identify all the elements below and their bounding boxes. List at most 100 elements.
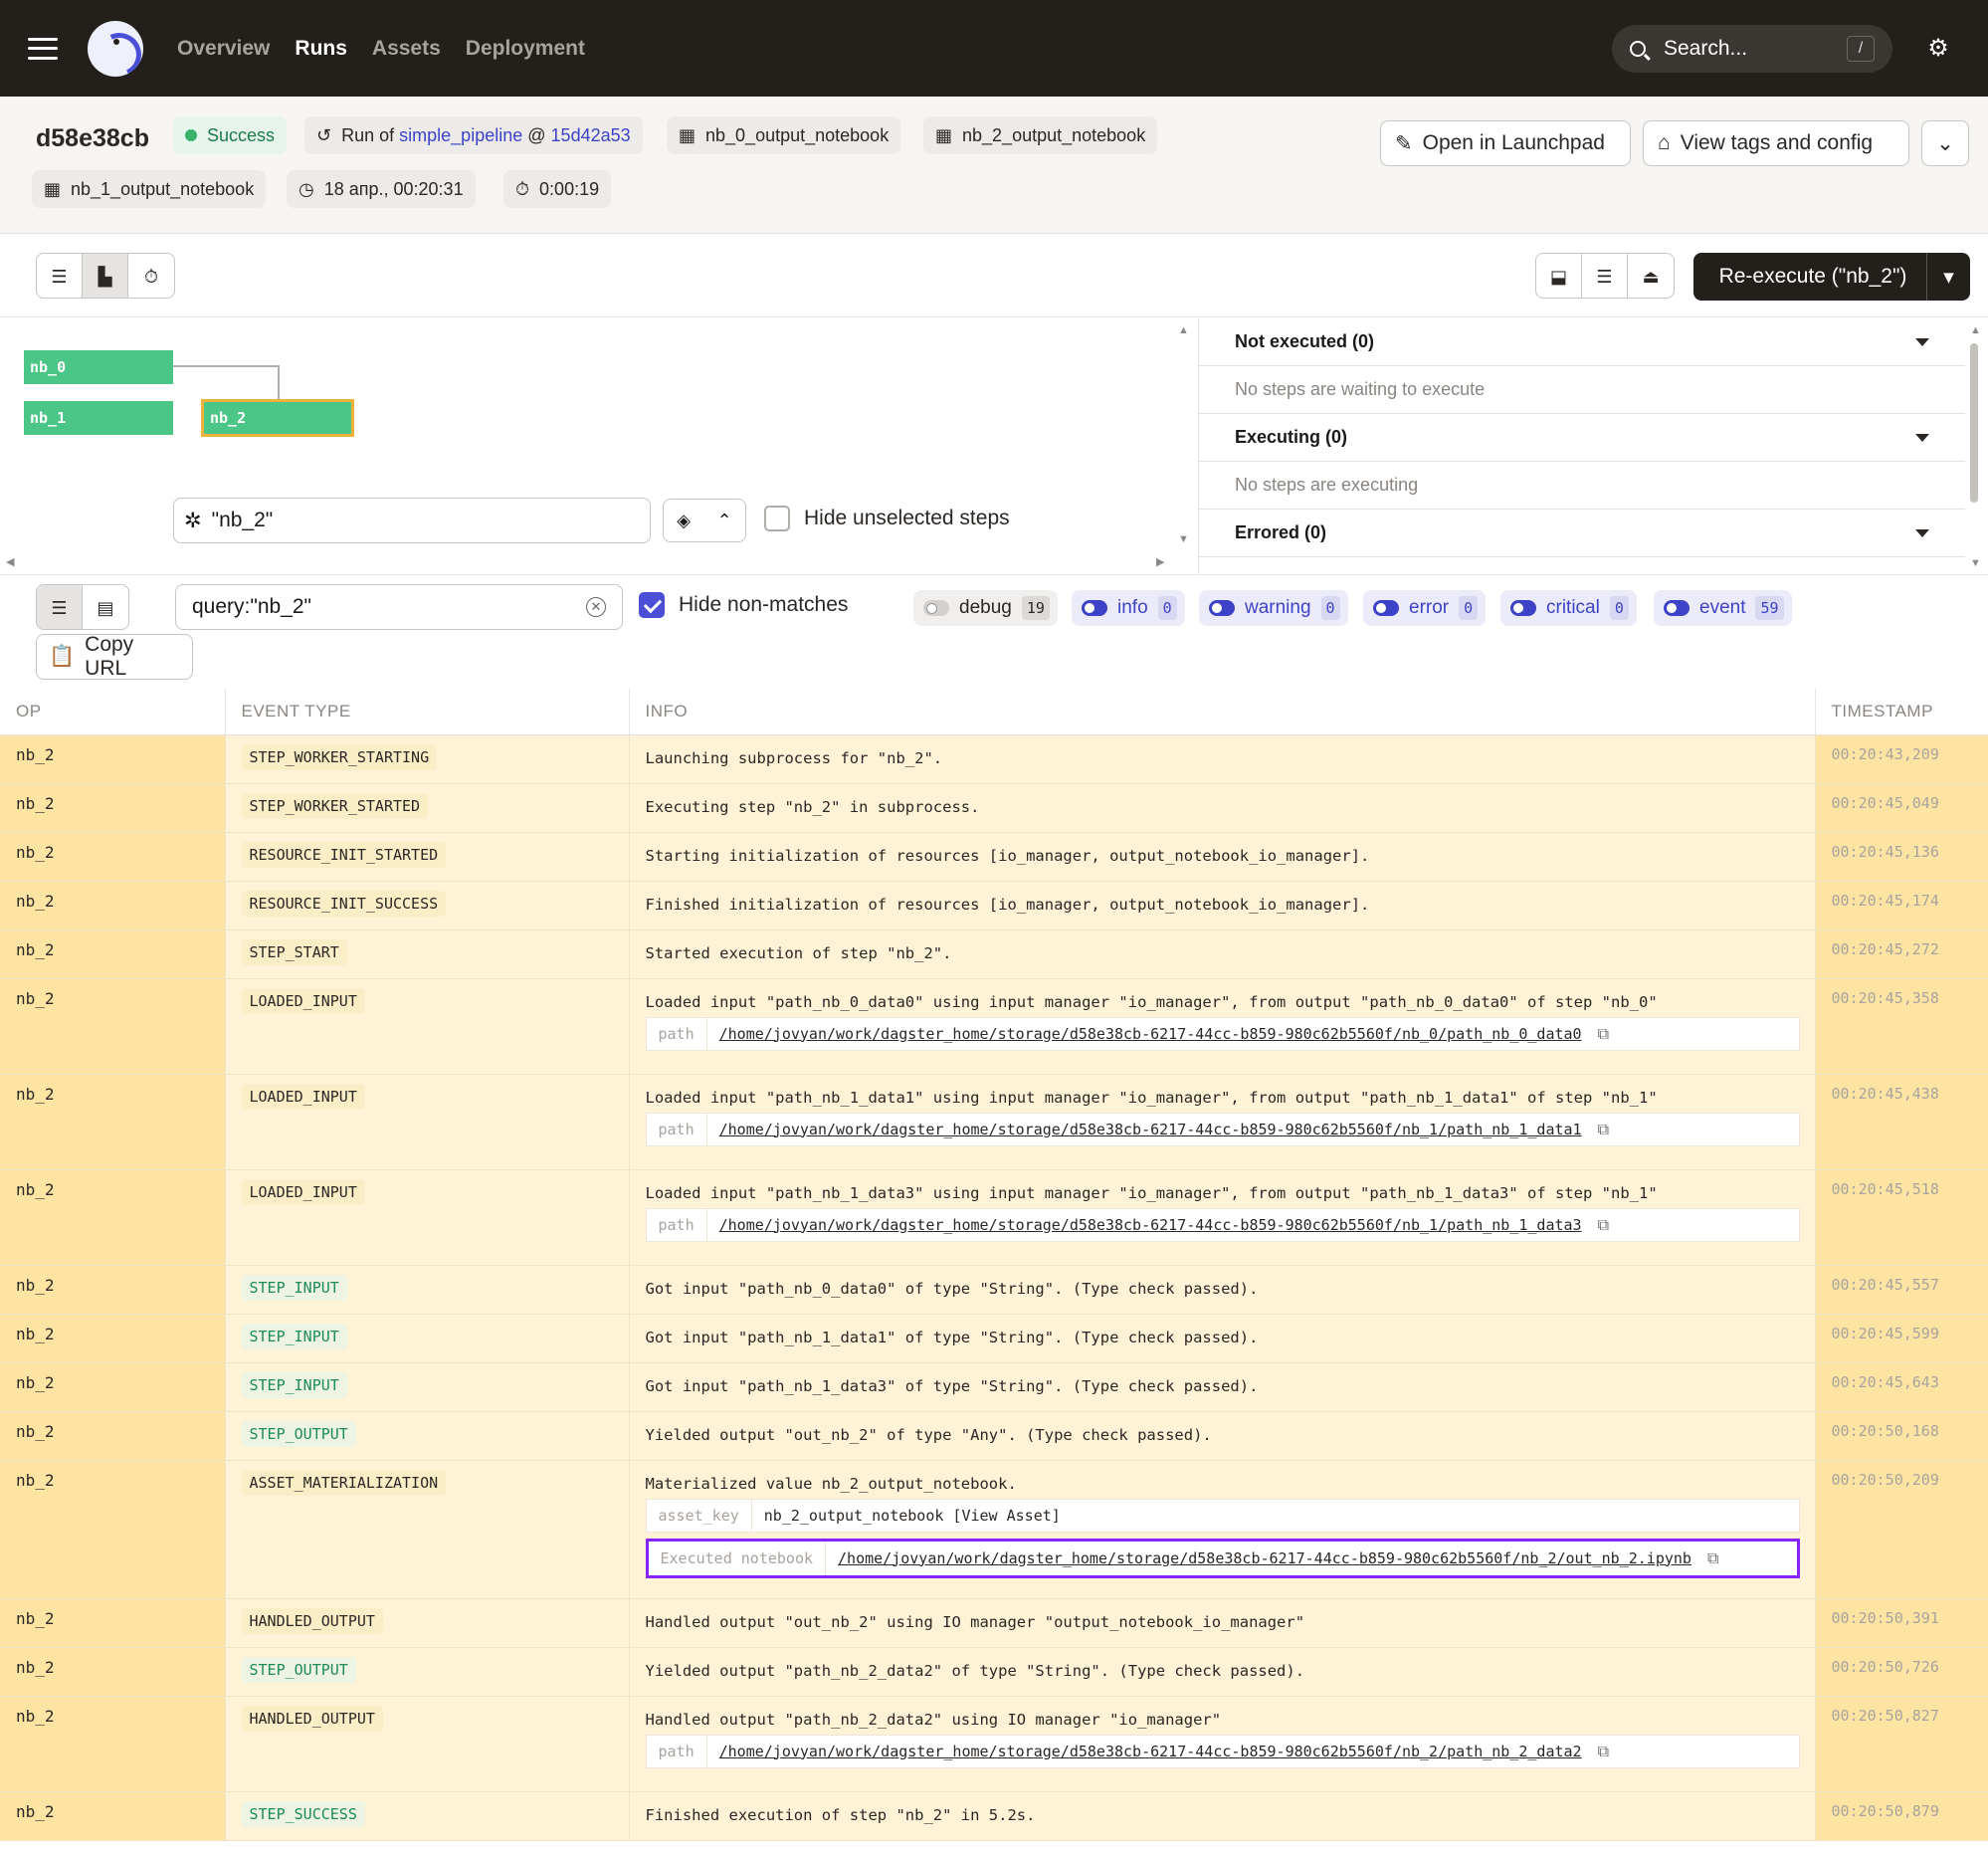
metadata-value[interactable]: /home/jovyan/work/dagster_home/storage/d… [707, 1743, 1594, 1760]
level-filter-debug[interactable]: debug 19 [913, 590, 1058, 626]
row-timestamp: 00:20:45,272 [1815, 929, 1988, 979]
structured-view-icon[interactable]: ☰ [37, 585, 83, 629]
table-row[interactable]: nb_2 HANDLED_OUTPUT Handled output "out_nb… [0, 1598, 1988, 1648]
table-row[interactable]: nb_2 HANDLED_OUTPUT Handled output "path_n… [0, 1696, 1988, 1792]
level-filter-info[interactable]: info 0 [1072, 590, 1185, 626]
clear-icon[interactable]: ✕ [586, 597, 606, 617]
gantt-node-nb2[interactable]: nb_2 [201, 399, 354, 437]
scroll-down-arrow[interactable]: ▼ [1178, 533, 1189, 545]
table-row[interactable]: nb_2 ASSET_MATERIALIZATION Materialized va… [0, 1460, 1988, 1599]
nav-deployment[interactable]: Deployment [466, 37, 585, 61]
table-row[interactable]: nb_2 STEP_START Started execution of step … [0, 929, 1988, 979]
reexecute-button[interactable]: Re-execute ("nb_2") ▾ [1693, 253, 1970, 301]
nav-overview[interactable]: Overview [177, 37, 270, 61]
scroll-right-arrow[interactable]: ▶ [1156, 555, 1164, 568]
table-row[interactable]: nb_2 STEP_WORKER_STARTING Launching subpro… [0, 734, 1988, 784]
panel-scroll-down[interactable]: ▼ [1970, 557, 1981, 569]
table-row[interactable]: nb_2 STEP_OUTPUT Yielded output "out_nb_2"… [0, 1411, 1988, 1461]
row-info: Started execution of step "nb_2". [645, 943, 952, 962]
section-errored[interactable]: Errored (0) [1199, 510, 1965, 557]
copy-url-button[interactable]: 📋 Copy URL [36, 633, 193, 680]
metadata-key: Executed notebook [649, 1541, 827, 1575]
gantt-connector [173, 365, 280, 402]
gear-icon[interactable]: ⚙ [1927, 37, 1949, 61]
asset-chip-nb2[interactable]: ▦ nb_2_output_notebook [923, 116, 1158, 154]
row-event-type-cell: LOADED_INPUT [225, 1169, 630, 1266]
split-bottom-icon[interactable]: ⏏ [1628, 254, 1674, 298]
table-row[interactable]: nb_2 STEP_SUCCESS Finished execution of st… [0, 1791, 1988, 1841]
row-timestamp: 00:20:45,174 [1815, 881, 1988, 930]
table-row[interactable]: nb_2 RESOURCE_INIT_SUCCESS Finished initia… [0, 881, 1988, 930]
table-row[interactable]: nb_2 LOADED_INPUT Loaded input "path_nb_1_… [0, 1074, 1988, 1170]
asset-chip-nb1[interactable]: ▦ nb_1_output_notebook [32, 170, 267, 208]
raw-view-icon[interactable]: ▤ [83, 585, 128, 629]
metadata-key: path [647, 1735, 707, 1767]
table-row[interactable]: nb_2 LOADED_INPUT Loaded input "path_nb_0_… [0, 978, 1988, 1075]
gantt-view-icon[interactable]: ☰ [37, 254, 83, 298]
copy-icon[interactable]: ⧉ [1598, 1742, 1609, 1761]
gantt-node-nb0[interactable]: nb_0 [24, 350, 173, 384]
panel-scrollbar[interactable] [1970, 343, 1978, 503]
layers-toggle[interactable]: ◈ ⌃ [663, 499, 746, 542]
table-row[interactable]: nb_2 STEP_INPUT Got input "path_nb_1_data1… [0, 1314, 1988, 1363]
section-not-executed[interactable]: Not executed (0) [1199, 318, 1965, 366]
open-launchpad-button[interactable]: ✎ Open in Launchpad [1380, 120, 1631, 166]
level-filter-error[interactable]: error 0 [1363, 590, 1487, 626]
dagster-logo[interactable] [88, 20, 143, 77]
step-selection-input[interactable]: ✲ "nb_2" [173, 498, 651, 543]
row-info-cell: Got input "path_nb_0_data0" of type "Str… [629, 1265, 1816, 1315]
metadata-value[interactable]: /home/jovyan/work/dagster_home/storage/d… [826, 1549, 1703, 1567]
metadata-value[interactable]: /home/jovyan/work/dagster_home/storage/d… [707, 1025, 1594, 1043]
view-tags-button[interactable]: ⌂ View tags and config [1643, 120, 1909, 166]
hide-non-matches-toggle[interactable]: Hide non-matches [639, 592, 848, 618]
layers-icon: ◈ [677, 510, 692, 530]
event-type-tag: HANDLED_OUTPUT [241, 1705, 383, 1732]
table-row[interactable]: nb_2 LOADED_INPUT Loaded input "path_nb_1_… [0, 1169, 1988, 1266]
caret-down-icon[interactable]: ▾ [1926, 253, 1970, 301]
log-filter-input[interactable]: query:"nb_2" ✕ [175, 584, 623, 630]
metadata-value[interactable]: /home/jovyan/work/dagster_home/storage/d… [707, 1121, 1594, 1138]
level-filter-critical[interactable]: critical 0 [1500, 590, 1637, 626]
nav-assets[interactable]: Assets [372, 37, 441, 61]
level-filter-warning[interactable]: warning 0 [1199, 590, 1348, 626]
metadata-value[interactable]: /home/jovyan/work/dagster_home/storage/d… [707, 1216, 1594, 1234]
stopwatch-view-icon[interactable]: ⏱ [128, 254, 174, 298]
table-row[interactable]: nb_2 STEP_INPUT Got input "path_nb_1_data3… [0, 1362, 1988, 1412]
row-timestamp: 00:20:45,518 [1815, 1169, 1988, 1266]
duration: 0:00:19 [539, 178, 600, 199]
row-event-type-cell: STEP_SUCCESS [225, 1791, 630, 1841]
panel-scroll-up[interactable]: ▲ [1970, 324, 1981, 336]
pipeline-link[interactable]: simple_pipeline [399, 125, 522, 146]
copy-icon[interactable]: ⧉ [1598, 1215, 1609, 1235]
table-row[interactable]: nb_2 STEP_INPUT Got input "path_nb_0_data0… [0, 1265, 1988, 1315]
copy-icon[interactable]: ⧉ [1598, 1120, 1609, 1139]
hide-non-matches-checkbox[interactable] [639, 592, 665, 618]
table-icon: ▦ [679, 124, 696, 145]
split-top-icon[interactable]: ⬓ [1536, 254, 1582, 298]
more-actions-button[interactable]: ⌄ [1921, 120, 1969, 166]
event-type-tag: ASSET_MATERIALIZATION [241, 1469, 447, 1496]
copy-icon[interactable]: ⧉ [1598, 1024, 1609, 1044]
scroll-left-arrow[interactable]: ◀ [6, 555, 14, 568]
table-icon: ▦ [935, 124, 953, 145]
asset-chip-nb0[interactable]: ▦ nb_0_output_notebook [667, 116, 901, 154]
table-row[interactable]: nb_2 STEP_WORKER_STARTED Executing step "n… [0, 783, 1988, 833]
table-row[interactable]: nb_2 RESOURCE_INIT_STARTED Starting initia… [0, 832, 1988, 882]
scroll-up-arrow[interactable]: ▲ [1178, 324, 1189, 336]
level-filter-event[interactable]: event 59 [1654, 590, 1792, 626]
section-executing[interactable]: Executing (0) [1199, 414, 1965, 462]
hide-unselected-toggle[interactable]: Hide unselected steps [764, 506, 1010, 531]
copy-icon[interactable]: ⧉ [1707, 1548, 1718, 1568]
menu-icon[interactable] [28, 37, 58, 60]
split-even-icon[interactable]: ☰ [1582, 254, 1628, 298]
nav-runs[interactable]: Runs [295, 37, 347, 61]
snapshot-link[interactable]: 15d42a53 [551, 125, 631, 146]
hide-unselected-checkbox[interactable] [764, 506, 790, 531]
waterfall-view-icon[interactable]: ▙ [83, 254, 128, 298]
gantt-node-nb1[interactable]: nb_1 [24, 401, 173, 435]
top-nav-bar: Overview Runs Assets Deployment Search..… [0, 0, 1988, 97]
row-info: Finished execution of step "nb_2" in 5.2… [645, 1805, 1036, 1824]
row-event-type-cell: STEP_START [225, 929, 630, 979]
search-box[interactable]: Search... / [1612, 25, 1892, 73]
table-row[interactable]: nb_2 STEP_OUTPUT Yielded output "path_nb_2… [0, 1647, 1988, 1697]
